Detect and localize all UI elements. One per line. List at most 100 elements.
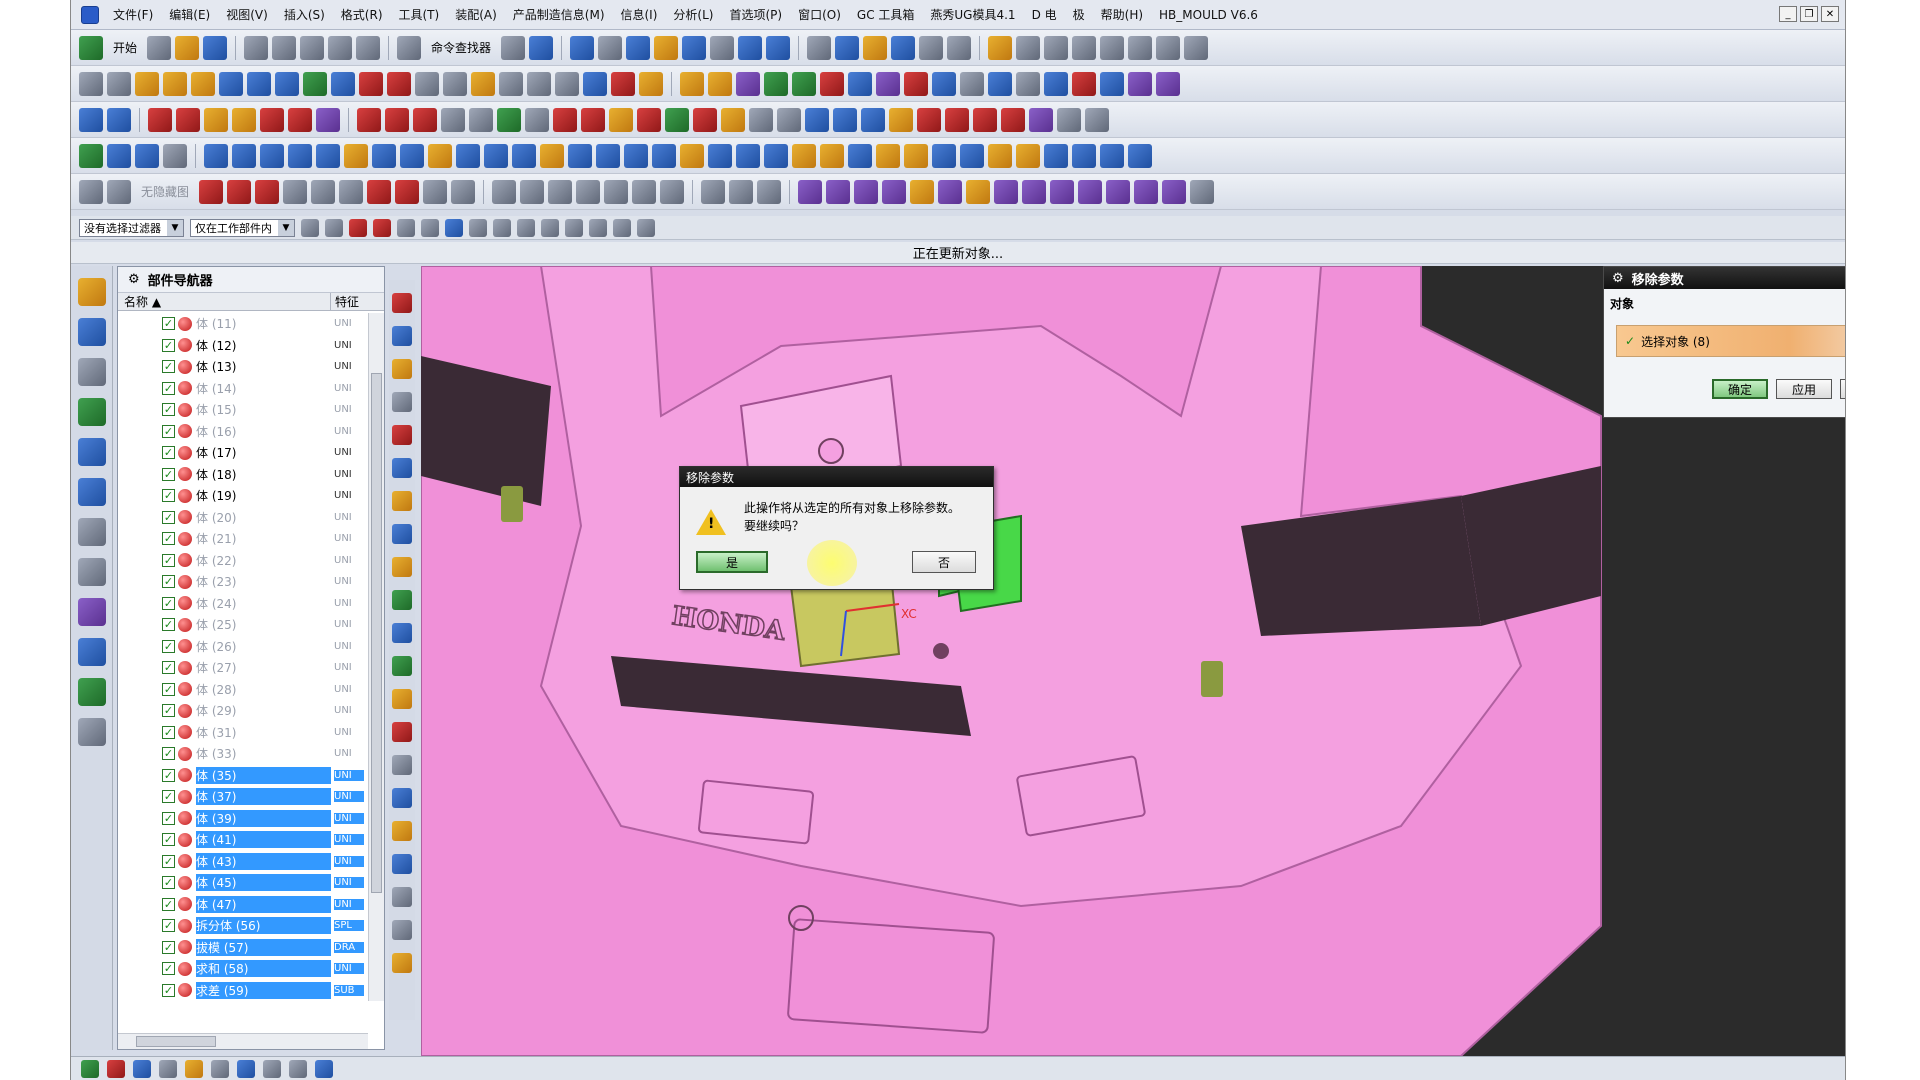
menu-information[interactable]: 信息(I) [613,6,666,23]
offset-curve-icon[interactable] [176,107,200,132]
thicken-icon[interactable] [443,71,467,96]
join-curve-icon[interactable] [861,107,885,132]
sketch-chamfer-icon[interactable] [339,179,364,204]
process-studio-icon[interactable] [78,598,106,626]
copy-icon[interactable] [272,35,297,60]
make-corner-icon[interactable] [548,179,573,204]
history-icon[interactable] [78,478,106,506]
revolve-icon[interactable] [344,143,368,168]
cube-icon[interactable] [1128,143,1152,168]
sew-body-icon[interactable] [960,143,984,168]
law-extension-icon[interactable] [555,71,579,96]
sphere-icon[interactable] [288,143,312,168]
annotation-icon[interactable] [211,1059,229,1078]
binoculars-icon[interactable] [397,35,422,60]
intersect-icon[interactable] [596,143,620,168]
x-form-icon[interactable] [527,71,551,96]
rectangle-icon[interactable] [441,107,465,132]
draft-icon[interactable] [708,143,732,168]
shaded-cube-icon[interactable] [626,35,651,60]
extract-curve-icon[interactable] [721,107,745,132]
visibility-checkbox[interactable]: ✓ [162,510,175,524]
command-finder-button[interactable]: 命令查找器 [425,39,497,56]
column-name[interactable]: 名称 ▲ [118,293,331,310]
visibility-checkbox[interactable]: ✓ [162,446,175,460]
mold-csys-icon[interactable] [392,326,412,346]
navigator-row[interactable]: ✓ 体 (29) UNI [118,700,366,722]
menu-assembly[interactable]: 装配(A) [447,6,505,23]
selection-scope-select[interactable]: 仅在工作部件内 ▼ [190,218,295,237]
visibility-checkbox[interactable]: ✓ [162,811,175,825]
chevron-down-icon[interactable]: ▼ [278,219,294,236]
visibility-checkbox[interactable]: ✓ [162,424,175,438]
mold-tools-icon[interactable] [680,71,704,96]
page-icon[interactable] [1128,35,1153,60]
navigator-vertical-scrollbar[interactable] [368,313,384,1001]
mesh-surface-icon[interactable] [135,71,159,96]
manufacturing-wizard-icon[interactable] [78,638,106,666]
datum-plane-icon[interactable] [107,71,131,96]
pattern-icon[interactable] [736,143,760,168]
feature-select-icon[interactable] [421,218,439,237]
visibility-checkbox[interactable]: ✓ [162,919,175,933]
navigator-row[interactable]: ✓ 体 (26) UNI [118,636,366,658]
slider-icon[interactable] [966,179,991,204]
wrap-icon[interactable] [749,107,773,132]
parting-manager-icon[interactable] [392,524,412,544]
menu-view[interactable]: 视图(V) [218,6,276,23]
wcs-origin-icon[interactable] [163,143,187,168]
quadrant-point-icon[interactable] [589,218,607,237]
curve-icon[interactable] [1156,35,1181,60]
dimension-sketch-icon[interactable] [604,179,629,204]
spline-icon[interactable] [1072,35,1097,60]
shell-icon[interactable] [680,143,704,168]
menu-file[interactable]: 文件(F) [105,6,161,23]
point-on-curve-icon[interactable] [637,218,655,237]
bridge-icon[interactable] [359,71,383,96]
font-bottom-icon[interactable] [315,1059,333,1078]
menu-window[interactable]: 窗口(O) [790,6,849,23]
visibility-checkbox[interactable]: ✓ [162,897,175,911]
studio-surface-icon[interactable] [247,71,271,96]
offset-face-icon[interactable] [848,143,872,168]
cylinder-body-icon[interactable] [1072,143,1096,168]
save-icon[interactable] [203,35,228,60]
edit-curve-icon[interactable] [988,35,1013,60]
enlarge-icon[interactable] [499,71,523,96]
visibility-checkbox[interactable]: ✓ [162,876,175,890]
ruler-icon[interactable] [947,35,972,60]
combine-curve-icon[interactable] [232,107,256,132]
project-curve-icon[interactable] [204,107,228,132]
cut-icon[interactable] [244,35,269,60]
navigator-row[interactable]: ✓ 拔模 (57) DRA [118,937,366,959]
visibility-checkbox[interactable]: ✓ [162,768,175,782]
hide-icon[interactable] [820,71,844,96]
mold-base-icon[interactable] [882,179,907,204]
navigator-row[interactable]: ✓ 体 (35) UNI [118,765,366,787]
render-bottom-icon[interactable] [237,1059,255,1078]
visibility-checkbox[interactable]: ✓ [162,489,175,503]
navigator-row[interactable]: ✓ 体 (41) UNI [118,829,366,851]
arc-center-icon[interactable] [565,218,583,237]
layer-settings-icon[interactable] [876,71,900,96]
trim-mold-icon[interactable] [392,854,412,874]
minimize-icon[interactable]: _ [1779,6,1797,22]
gate-icon[interactable] [994,179,1019,204]
navigator-row[interactable]: ✓ 体 (23) UNI [118,571,366,593]
close-icon[interactable]: ✕ [1821,6,1839,22]
mirror-curve-icon[interactable] [805,107,829,132]
mirror-feature-icon[interactable] [764,143,788,168]
sketch-icon[interactable] [79,179,103,204]
mid-point-icon[interactable] [493,218,511,237]
layer-icon[interactable] [529,35,554,60]
face-analysis-icon[interactable] [1044,71,1068,96]
visibility-checkbox[interactable]: ✓ [162,403,175,417]
runner-icon[interactable] [1022,179,1047,204]
navigator-row[interactable]: ✓ 体 (19) UNI [118,485,366,507]
pocket-icon[interactable] [428,143,452,168]
image-icon[interactable] [736,71,760,96]
pocket-strip-icon[interactable] [392,887,412,907]
circle-points-icon[interactable] [413,107,437,132]
quick-extend-icon[interactable] [520,179,545,204]
measure-icon[interactable] [807,35,832,60]
